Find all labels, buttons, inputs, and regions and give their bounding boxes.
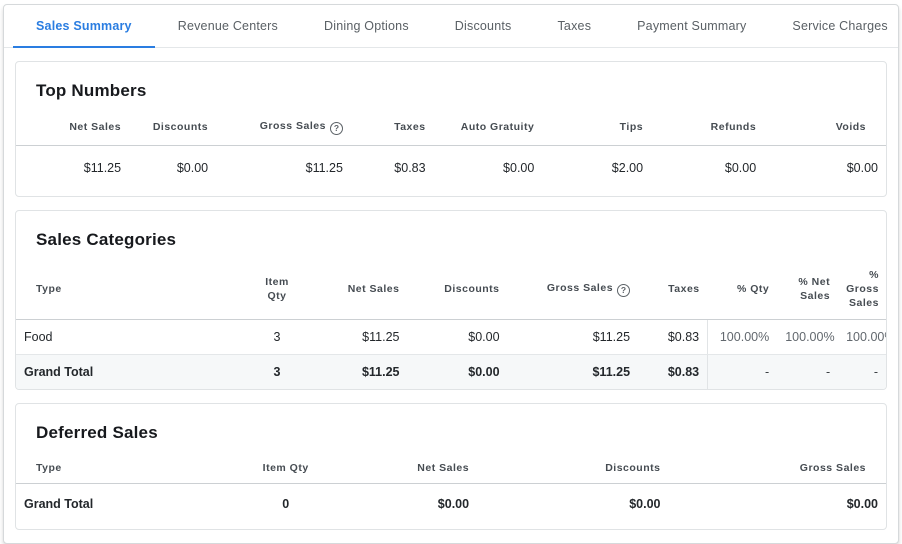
top-numbers-title: Top Numbers — [16, 62, 886, 113]
type-cell: Food — [16, 319, 242, 354]
net-sales-cell: $11.25 — [312, 354, 408, 389]
sales-categories-title: Sales Categories — [16, 211, 886, 262]
discounts-value: $0.00 — [129, 146, 216, 197]
help-icon[interactable]: ? — [330, 122, 343, 135]
gross-sales-cell: $11.25 — [508, 319, 639, 354]
sales-report-panel: Sales Summary Revenue Centers Dining Opt… — [3, 4, 899, 544]
column-header-gross-sales: Gross Sales? — [216, 113, 351, 146]
column-header-item-qty-label: Item Qty — [262, 275, 292, 303]
type-cell: Grand Total — [16, 483, 242, 529]
net-sales-cell: $11.25 — [312, 319, 408, 354]
column-header-net-sales: Net Sales — [312, 262, 408, 319]
column-header-auto-gratuity: Auto Gratuity — [434, 113, 543, 146]
column-header-gross-sales: Gross Sales? — [508, 262, 639, 319]
column-header-pct-qty: % Qty — [708, 262, 778, 319]
deferred-sales-card: Deferred Sales Type Item Qty Net Sales D… — [15, 403, 887, 530]
top-numbers-table: Net Sales Discounts Gross Sales? Taxes A… — [16, 113, 886, 196]
column-header-tips: Tips — [542, 113, 651, 146]
table-row-food: Food 3 $11.25 $0.00 $11.25 $0.83 100.00%… — [16, 319, 886, 354]
column-header-discounts: Discounts — [477, 455, 668, 484]
gross-sales-cell: $0.00 — [668, 483, 886, 529]
pct-net-sales-cell: 100.00% — [777, 319, 838, 354]
column-header-item-qty: Item Qty — [242, 262, 312, 319]
taxes-cell: $0.83 — [638, 354, 708, 389]
column-header-taxes: Taxes — [351, 113, 434, 146]
item-qty-cell: 3 — [242, 319, 312, 354]
sales-categories-header-row: Type Item Qty Net Sales Discounts Gross … — [16, 262, 886, 319]
tab-revenue-centers[interactable]: Revenue Centers — [155, 5, 301, 48]
pct-net-sales-cell: - — [777, 354, 838, 389]
item-qty-cell: 3 — [242, 354, 312, 389]
column-header-type: Type — [16, 455, 242, 484]
top-numbers-card: Top Numbers Net Sales Discounts Gross Sa… — [15, 61, 887, 197]
refunds-value: $0.00 — [651, 146, 764, 197]
pct-qty-cell: - — [708, 354, 778, 389]
top-numbers-header-row: Net Sales Discounts Gross Sales? Taxes A… — [16, 113, 886, 146]
net-sales-value: $11.25 — [16, 146, 129, 197]
column-header-gross-sales: Gross Sales — [668, 455, 886, 484]
net-sales-cell: $0.00 — [329, 483, 477, 529]
tips-value: $2.00 — [542, 146, 651, 197]
column-header-pct-net-sales-label: % Net Sales — [792, 275, 830, 303]
sales-categories-card: Sales Categories Type Item Qty Net Sales… — [15, 210, 887, 390]
column-header-net-sales: Net Sales — [16, 113, 129, 146]
column-header-pct-gross-sales-label: % Gross Sales — [846, 268, 879, 311]
deferred-sales-title: Deferred Sales — [16, 404, 886, 455]
tab-sales-summary[interactable]: Sales Summary — [13, 5, 155, 48]
item-qty-cell: 0 — [242, 483, 329, 529]
column-header-type: Type — [16, 262, 242, 319]
tab-taxes[interactable]: Taxes — [534, 5, 614, 48]
column-header-taxes: Taxes — [638, 262, 708, 319]
tab-payment-summary[interactable]: Payment Summary — [614, 5, 769, 48]
column-header-pct-gross-sales: % Gross Sales — [838, 262, 886, 319]
sales-categories-table: Type Item Qty Net Sales Discounts Gross … — [16, 262, 886, 389]
column-header-discounts: Discounts — [129, 113, 216, 146]
discounts-cell: $0.00 — [407, 354, 507, 389]
type-cell: Grand Total — [16, 354, 242, 389]
deferred-sales-header-row: Type Item Qty Net Sales Discounts Gross … — [16, 455, 886, 484]
column-header-gross-sales-label: Gross Sales — [260, 120, 326, 132]
column-header-refunds: Refunds — [651, 113, 764, 146]
discounts-cell: $0.00 — [477, 483, 668, 529]
voids-value: $0.00 — [764, 146, 886, 197]
top-numbers-value-row: $11.25 $0.00 $11.25 $0.83 $0.00 $2.00 $0… — [16, 146, 886, 197]
column-header-pct-net-sales: % Net Sales — [777, 262, 838, 319]
help-icon[interactable]: ? — [617, 284, 630, 297]
taxes-cell: $0.83 — [638, 319, 708, 354]
report-tab-bar: Sales Summary Revenue Centers Dining Opt… — [4, 5, 898, 48]
column-header-item-qty: Item Qty — [242, 455, 329, 484]
column-header-voids: Voids — [764, 113, 886, 146]
column-header-net-sales: Net Sales — [329, 455, 477, 484]
pct-qty-cell: 100.00% — [708, 319, 778, 354]
column-header-gross-sales-label: Gross Sales — [547, 282, 613, 294]
auto-gratuity-value: $0.00 — [434, 146, 543, 197]
column-header-discounts: Discounts — [407, 262, 507, 319]
table-row-grand-total: Grand Total 3 $11.25 $0.00 $11.25 $0.83 … — [16, 354, 886, 389]
table-row-grand-total: Grand Total 0 $0.00 $0.00 $0.00 — [16, 483, 886, 529]
gross-sales-cell: $11.25 — [508, 354, 639, 389]
taxes-value: $0.83 — [351, 146, 434, 197]
tab-service-charges[interactable]: Service Charges — [769, 5, 902, 48]
pct-gross-sales-cell: - — [838, 354, 886, 389]
discounts-cell: $0.00 — [407, 319, 507, 354]
gross-sales-value: $11.25 — [216, 146, 351, 197]
pct-gross-sales-cell: 100.00% — [838, 319, 886, 354]
tab-dining-options[interactable]: Dining Options — [301, 5, 432, 48]
deferred-sales-table: Type Item Qty Net Sales Discounts Gross … — [16, 455, 886, 529]
tab-discounts[interactable]: Discounts — [432, 5, 535, 48]
